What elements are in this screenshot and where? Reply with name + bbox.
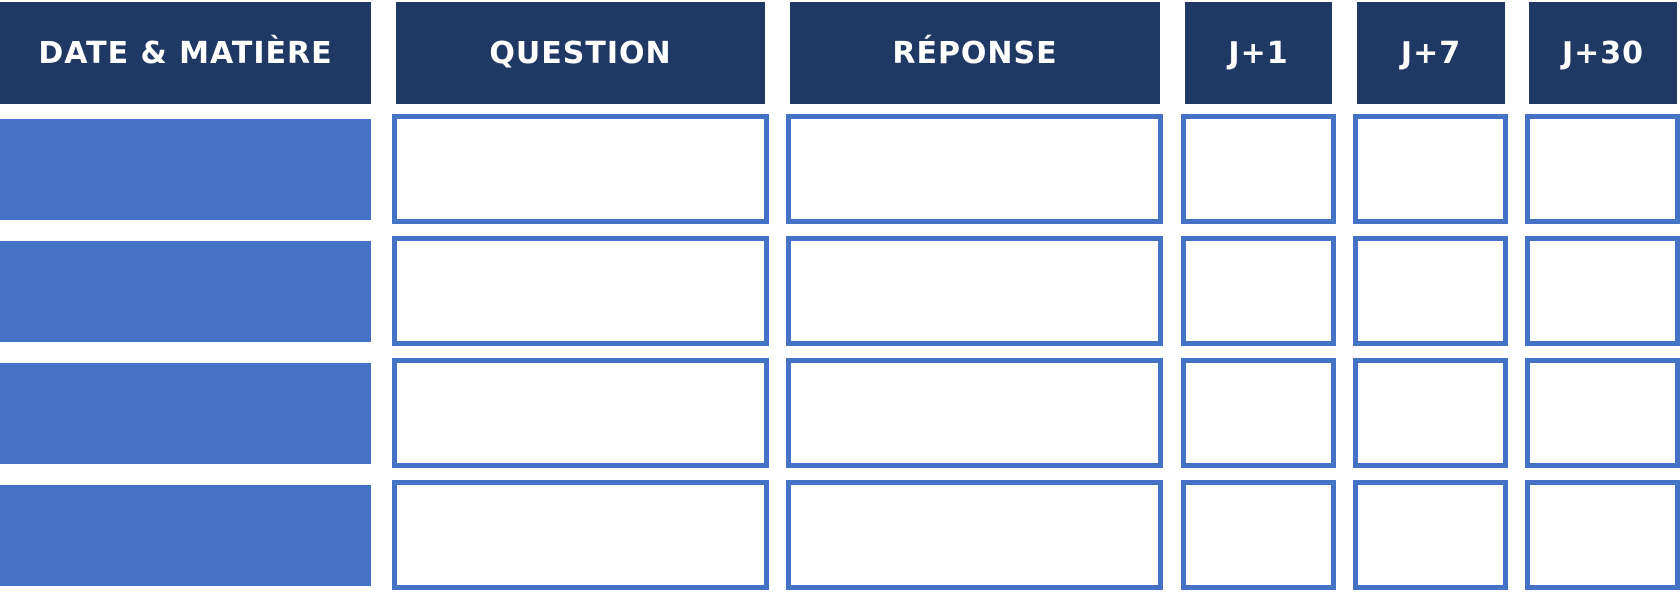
j30-cell[interactable] xyxy=(1525,358,1680,468)
question-cell[interactable] xyxy=(392,358,769,468)
header-j1: J+1 xyxy=(1185,2,1332,104)
reponse-cell[interactable] xyxy=(786,236,1163,346)
reponse-cell[interactable] xyxy=(786,358,1163,468)
date-matiere-cell[interactable] xyxy=(0,485,371,586)
header-j30: J+30 xyxy=(1529,2,1677,104)
j1-cell[interactable] xyxy=(1181,236,1336,346)
j7-cell[interactable] xyxy=(1353,480,1508,590)
header-question: QUESTION xyxy=(396,2,765,104)
j30-cell[interactable] xyxy=(1525,114,1680,224)
date-matiere-cell[interactable] xyxy=(0,119,371,220)
reponse-cell[interactable] xyxy=(786,114,1163,224)
j7-cell[interactable] xyxy=(1353,236,1508,346)
j30-cell[interactable] xyxy=(1525,480,1680,590)
question-cell[interactable] xyxy=(392,114,769,224)
question-cell[interactable] xyxy=(392,236,769,346)
date-matiere-cell[interactable] xyxy=(0,363,371,464)
j1-cell[interactable] xyxy=(1181,480,1336,590)
header-j7: J+7 xyxy=(1357,2,1505,104)
header-date-matiere: DATE & MATIÈRE xyxy=(0,2,371,104)
j1-cell[interactable] xyxy=(1181,358,1336,468)
j30-cell[interactable] xyxy=(1525,236,1680,346)
j7-cell[interactable] xyxy=(1353,358,1508,468)
header-reponse: RÉPONSE xyxy=(790,2,1160,104)
date-matiere-cell[interactable] xyxy=(0,241,371,342)
question-cell[interactable] xyxy=(392,480,769,590)
j1-cell[interactable] xyxy=(1181,114,1336,224)
reponse-cell[interactable] xyxy=(786,480,1163,590)
j7-cell[interactable] xyxy=(1353,114,1508,224)
